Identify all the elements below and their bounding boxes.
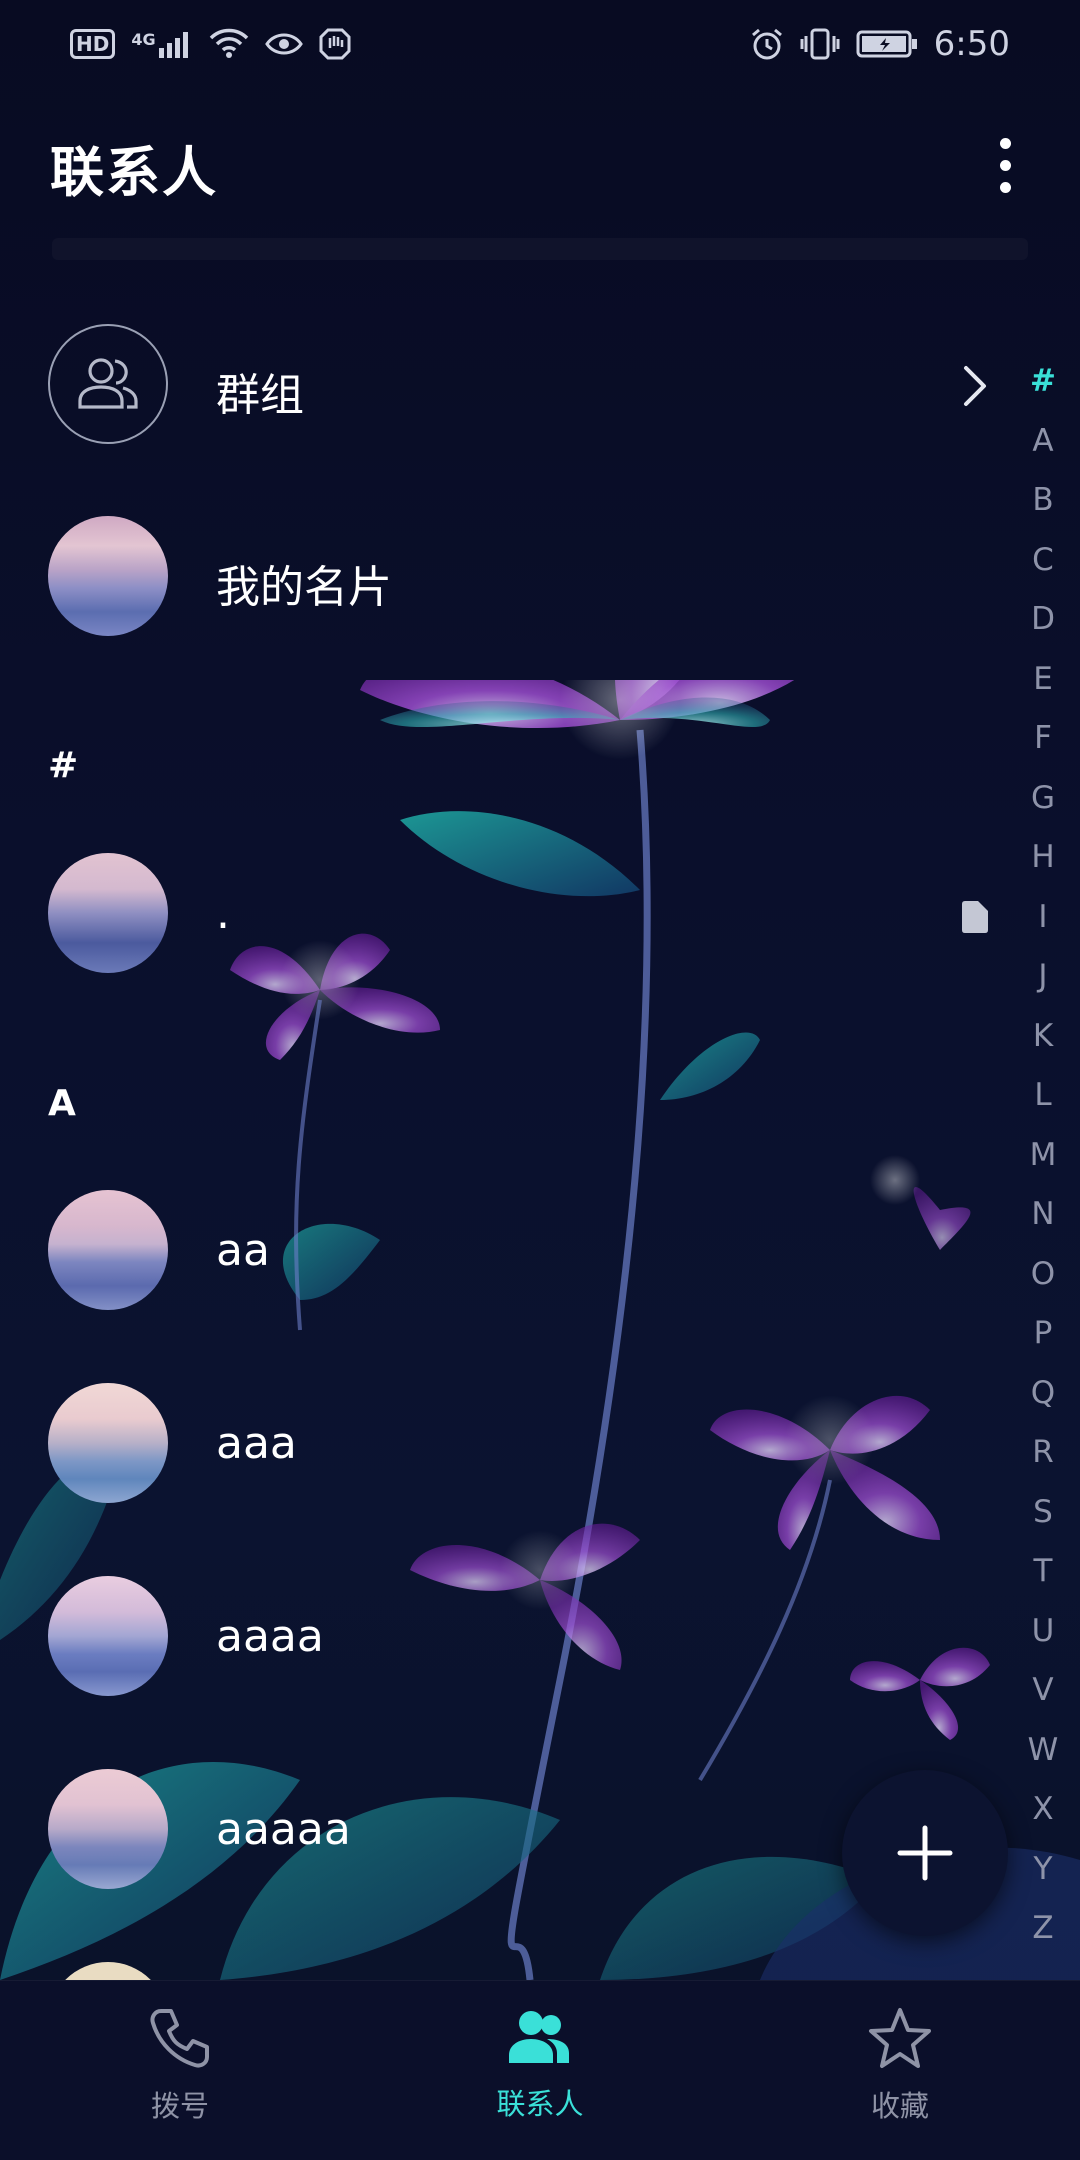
contact-name: aa <box>216 1225 270 1276</box>
index-letter[interactable]: G <box>1018 769 1068 829</box>
index-letter[interactable]: M <box>1018 1126 1068 1186</box>
more-options-button[interactable] <box>970 130 1040 200</box>
contacts-icon <box>509 2011 569 2063</box>
index-letter[interactable]: A <box>1018 412 1068 472</box>
index-letter[interactable]: Y <box>1018 1840 1068 1900</box>
index-letter[interactable]: O <box>1018 1245 1068 1305</box>
clock-time: 6:50 <box>933 24 1010 64</box>
search-bar[interactable] <box>52 238 1028 260</box>
index-letter[interactable]: W <box>1018 1721 1068 1781</box>
section-header: # <box>48 745 79 786</box>
avatar <box>48 1769 168 1889</box>
vibrate-icon <box>800 28 840 60</box>
index-letter[interactable]: H <box>1018 828 1068 888</box>
status-bar: HD 4G 6:50 <box>0 0 1080 88</box>
avatar <box>48 1190 168 1310</box>
contact-name: aaaa <box>216 1611 324 1662</box>
contact-name: aaa <box>216 1418 297 1469</box>
contact-name: . <box>216 888 230 939</box>
tab-dial-label: 拨号 <box>150 2089 209 2123</box>
groups-row[interactable]: 群组 <box>0 309 1010 459</box>
tab-favorites[interactable]: 收藏 <box>770 1981 1030 2160</box>
more-dot-icon <box>999 181 1011 193</box>
tab-contacts-label: 联系人 <box>496 2087 584 2121</box>
alphabet-index[interactable]: # A B C D E F G H I J K L M N O P Q R S T U V W X Y Z <box>1018 352 1068 1959</box>
app-header: 联系人 <box>0 88 1080 238</box>
eye-icon <box>264 33 303 55</box>
index-letter[interactable]: S <box>1018 1483 1068 1543</box>
tab-dial[interactable]: 拨号 <box>50 1981 310 2160</box>
index-letter[interactable]: I <box>1018 888 1068 948</box>
index-letter[interactable]: U <box>1018 1602 1068 1662</box>
contact-row[interactable]: aaaa <box>0 1561 1010 1711</box>
hand-icon <box>319 28 351 60</box>
my-card-label: 我的名片 <box>216 562 392 613</box>
index-letter[interactable]: X <box>1018 1780 1068 1840</box>
network-type-label: 4G <box>131 30 156 49</box>
index-letter[interactable]: J <box>1018 947 1068 1007</box>
avatar <box>48 516 168 636</box>
index-letter[interactable]: C <box>1018 531 1068 591</box>
add-contact-button[interactable] <box>842 1770 1008 1936</box>
tab-favorites-label: 收藏 <box>870 2089 929 2123</box>
contact-name: aaaaa <box>216 1804 351 1855</box>
avatar <box>48 1576 168 1696</box>
groups-icon <box>78 358 138 409</box>
more-dot-icon <box>999 137 1011 149</box>
my-card-row[interactable]: 我的名片 <box>0 501 1010 651</box>
phone-icon <box>150 2009 209 2068</box>
sim-card-icon <box>962 901 988 933</box>
battery-icon <box>856 30 917 58</box>
wifi-icon <box>209 28 248 58</box>
contacts-screen: HD 4G 6:50 联系人 群组 我的名片 # . A aa aaa aaaa… <box>0 0 1080 2160</box>
avatar <box>48 853 168 973</box>
more-dot-icon <box>999 159 1011 171</box>
index-letter[interactable]: T <box>1018 1542 1068 1602</box>
index-letter[interactable]: Z <box>1018 1899 1068 1959</box>
index-letter[interactable]: V <box>1018 1661 1068 1721</box>
index-letter[interactable]: K <box>1018 1007 1068 1067</box>
groups-label: 群组 <box>216 370 304 421</box>
chevron-right-icon <box>964 366 986 406</box>
contact-row[interactable]: . <box>0 838 1010 988</box>
index-letter[interactable]: E <box>1018 650 1068 710</box>
page-title: 联系人 <box>50 141 218 204</box>
index-letter[interactable]: R <box>1018 1423 1068 1483</box>
index-letter[interactable]: L <box>1018 1066 1068 1126</box>
index-letter[interactable]: # <box>1018 352 1068 412</box>
index-letter[interactable]: Q <box>1018 1364 1068 1424</box>
avatar <box>48 1383 168 1503</box>
section-header: A <box>48 1083 76 1124</box>
bottom-navigation: 拨号 联系人 收藏 <box>0 1980 1080 2160</box>
index-letter[interactable]: D <box>1018 590 1068 650</box>
star-icon <box>869 2008 931 2068</box>
index-letter[interactable]: N <box>1018 1185 1068 1245</box>
alarm-icon <box>751 28 782 60</box>
plus-icon <box>897 1825 953 1881</box>
index-letter[interactable]: P <box>1018 1304 1068 1364</box>
index-letter[interactable]: B <box>1018 471 1068 531</box>
index-letter[interactable]: F <box>1018 709 1068 769</box>
contact-row[interactable]: aa <box>0 1175 1010 1325</box>
contact-row[interactable]: aaa <box>0 1368 1010 1518</box>
signal-icon: 4G <box>131 30 192 58</box>
hd-icon: HD <box>70 29 116 59</box>
groups-avatar <box>48 324 168 444</box>
tab-contacts[interactable]: 联系人 <box>410 1981 670 2160</box>
